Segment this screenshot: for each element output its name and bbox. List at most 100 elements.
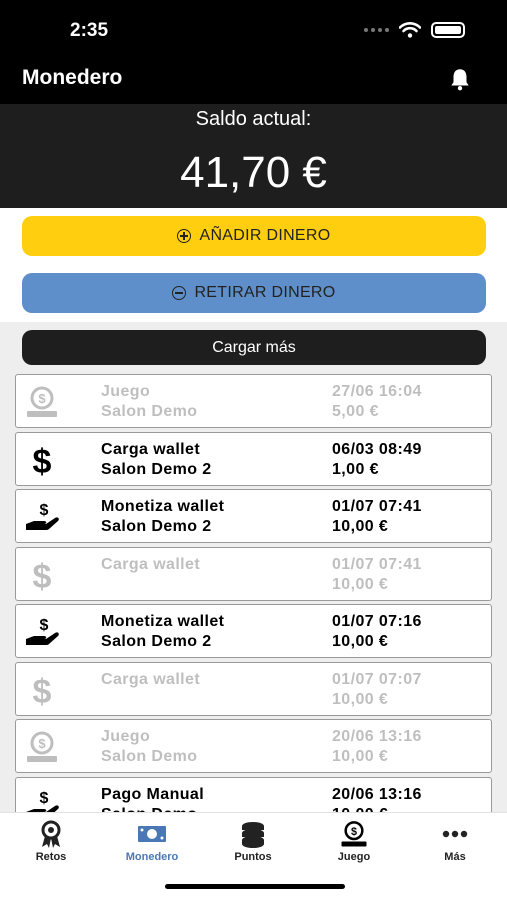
transaction-amount: 10,00 € bbox=[332, 690, 389, 708]
hand-dollar-icon: $ bbox=[24, 788, 60, 812]
transaction-meta: 01/07 07:41 10,00 € bbox=[332, 497, 422, 537]
transaction-amount: 10,00 € bbox=[332, 575, 389, 593]
transaction-amount: 10,00 € bbox=[332, 518, 389, 535]
transaction-date: 20/06 13:16 bbox=[332, 728, 422, 745]
balance-label: Saldo actual: bbox=[195, 108, 312, 130]
transaction-date: 01/07 07:41 bbox=[332, 498, 422, 515]
tab-label: Monedero bbox=[125, 851, 179, 863]
transaction-meta: 01/07 07:07 10,00 € bbox=[332, 670, 422, 710]
transaction-row[interactable]: $ Monetiza wallet Salon Demo 2 01/07 07:41 1… bbox=[15, 489, 492, 543]
coin-bag-icon: $ bbox=[24, 385, 60, 419]
svg-text:$: $ bbox=[38, 391, 46, 406]
status-time: 2:35 bbox=[70, 20, 109, 41]
withdraw-money-button[interactable]: RETIRAR DINERO bbox=[22, 273, 486, 313]
transaction-date: 01/07 07:41 bbox=[332, 555, 422, 573]
svg-text:$: $ bbox=[351, 826, 357, 838]
transaction-date: 01/07 07:16 bbox=[332, 613, 422, 630]
transaction-meta: 20/06 13:16 10,00 € bbox=[332, 727, 422, 767]
actions-panel: AÑADIR DINERO RETIRAR DINERO bbox=[0, 208, 507, 322]
svg-text:$: $ bbox=[40, 502, 49, 519]
tab-monedero[interactable]: Monedero bbox=[112, 819, 192, 863]
transaction-row[interactable]: $ Monetiza wallet Salon Demo 2 01/07 07:16 1… bbox=[15, 604, 492, 658]
tab-label: Retos bbox=[35, 851, 67, 863]
hand-dollar-icon: $ bbox=[24, 615, 60, 649]
transaction-details: Carga wallet bbox=[101, 555, 200, 575]
transaction-meta: 27/06 16:04 5,00 € bbox=[332, 382, 422, 422]
transaction-place: Salon Demo bbox=[101, 403, 198, 420]
transaction-list: $ Juego Salon Demo 27/06 16:04 5,00 € $ Carga … bbox=[15, 374, 492, 812]
transaction-details: Juego Salon Demo bbox=[101, 727, 197, 767]
transaction-details: Monetiza wallet Salon Demo 2 bbox=[101, 497, 224, 537]
tab-m-s[interactable]: Más bbox=[415, 819, 495, 863]
tab-juego[interactable]: $ Juego bbox=[314, 819, 394, 863]
coin-stack-icon bbox=[213, 819, 293, 849]
transaction-place: Salon Demo bbox=[101, 805, 204, 813]
svg-text:$: $ bbox=[33, 443, 52, 477]
svg-text:$: $ bbox=[38, 736, 46, 751]
wifi-icon bbox=[399, 22, 421, 38]
transaction-type: Monetiza wallet bbox=[101, 613, 225, 630]
medal-icon bbox=[11, 819, 91, 849]
transaction-row[interactable]: $ Juego Salon Demo 27/06 16:04 5,00 € bbox=[15, 374, 492, 428]
transaction-amount: 5,00 € bbox=[332, 403, 379, 420]
transaction-row[interactable]: $ Carga wallet 01/07 07:41 10,00 € bbox=[15, 546, 492, 601]
svg-text:$: $ bbox=[40, 790, 49, 807]
svg-text:$: $ bbox=[40, 617, 49, 634]
minus-circle-icon bbox=[172, 286, 187, 300]
transaction-amount: 10,00 € bbox=[332, 805, 422, 813]
transaction-type: Monetiza wallet bbox=[101, 498, 225, 515]
transaction-place: Salon Demo 2 bbox=[101, 460, 212, 478]
transaction-details: Monetiza wallet Salon Demo 2 bbox=[101, 612, 224, 652]
tab-label: Puntos bbox=[234, 851, 272, 863]
dollar-icon: $ bbox=[24, 673, 60, 711]
load-more-button[interactable]: Cargar más bbox=[22, 330, 486, 365]
transaction-type: Carga wallet bbox=[101, 555, 201, 573]
tab-retos[interactable]: Retos bbox=[11, 819, 91, 863]
add-money-button[interactable]: AÑADIR DINERO bbox=[22, 216, 486, 256]
transaction-amount: 1,00 € bbox=[332, 460, 379, 478]
coin-bag-icon: $ bbox=[314, 819, 394, 849]
transaction-type: Juego bbox=[101, 383, 151, 400]
transaction-date: 01/07 07:07 bbox=[332, 670, 422, 688]
transaction-details: Juego Salon Demo bbox=[101, 382, 197, 422]
transaction-meta: 20/06 13:16 10,00 € bbox=[332, 785, 422, 813]
withdraw-money-label: RETIRAR DINERO bbox=[194, 284, 336, 301]
transaction-meta: 01/07 07:41 10,00 € bbox=[332, 555, 422, 595]
transaction-type: Carga wallet bbox=[101, 440, 201, 458]
transaction-amount: 10,00 € bbox=[332, 748, 389, 765]
status-bar: 2:35 bbox=[0, 0, 507, 58]
transaction-date: 06/03 08:49 bbox=[332, 440, 422, 458]
transaction-row[interactable]: $ Pago Manual Salon Demo 20/06 13:16 10,00 € bbox=[15, 776, 492, 813]
add-money-label: AÑADIR DINERO bbox=[199, 227, 331, 244]
tab-puntos[interactable]: Puntos bbox=[213, 819, 293, 863]
transaction-place: Salon Demo 2 bbox=[101, 633, 212, 650]
transaction-place: Salon Demo bbox=[101, 748, 198, 765]
svg-text:$: $ bbox=[33, 673, 52, 707]
dollar-icon: $ bbox=[24, 558, 60, 596]
balance-value: 41,70 € bbox=[180, 148, 327, 197]
transaction-details: Carga wallet bbox=[101, 670, 200, 690]
coin-bag-icon: $ bbox=[24, 730, 60, 764]
svg-text:$: $ bbox=[33, 558, 52, 592]
transaction-row[interactable]: $ Carga wallet Salon Demo 2 06/03 08:49 1,00… bbox=[15, 431, 492, 486]
transaction-meta: 01/07 07:16 10,00 € bbox=[332, 612, 422, 652]
bell-icon[interactable] bbox=[447, 66, 473, 92]
transaction-details: Pago Manual Salon Demo bbox=[101, 785, 204, 813]
tab-label: Más bbox=[444, 851, 466, 863]
transactions-area[interactable]: Cargar más $ Juego Salon Demo 27/06 16:04 5,… bbox=[0, 322, 507, 812]
transaction-date: 20/06 13:16 bbox=[332, 785, 422, 803]
transaction-row[interactable]: $ Carga wallet 01/07 07:07 10,00 € bbox=[15, 661, 492, 716]
tab-label: Juego bbox=[337, 851, 371, 863]
banknote-icon bbox=[112, 819, 192, 849]
transaction-row[interactable]: $ Juego Salon Demo 20/06 13:16 10,00 € bbox=[15, 719, 492, 773]
transaction-amount: 10,00 € bbox=[332, 633, 389, 650]
hand-dollar-icon: $ bbox=[24, 500, 60, 534]
transaction-place: Salon Demo 2 bbox=[101, 518, 212, 535]
signal-icon bbox=[364, 28, 389, 32]
transaction-date: 27/06 16:04 bbox=[332, 383, 422, 400]
transaction-type: Juego bbox=[101, 728, 151, 745]
plus-circle-icon bbox=[177, 229, 192, 243]
home-indicator bbox=[165, 884, 345, 889]
status-icons bbox=[364, 22, 465, 38]
battery-icon bbox=[431, 22, 465, 38]
